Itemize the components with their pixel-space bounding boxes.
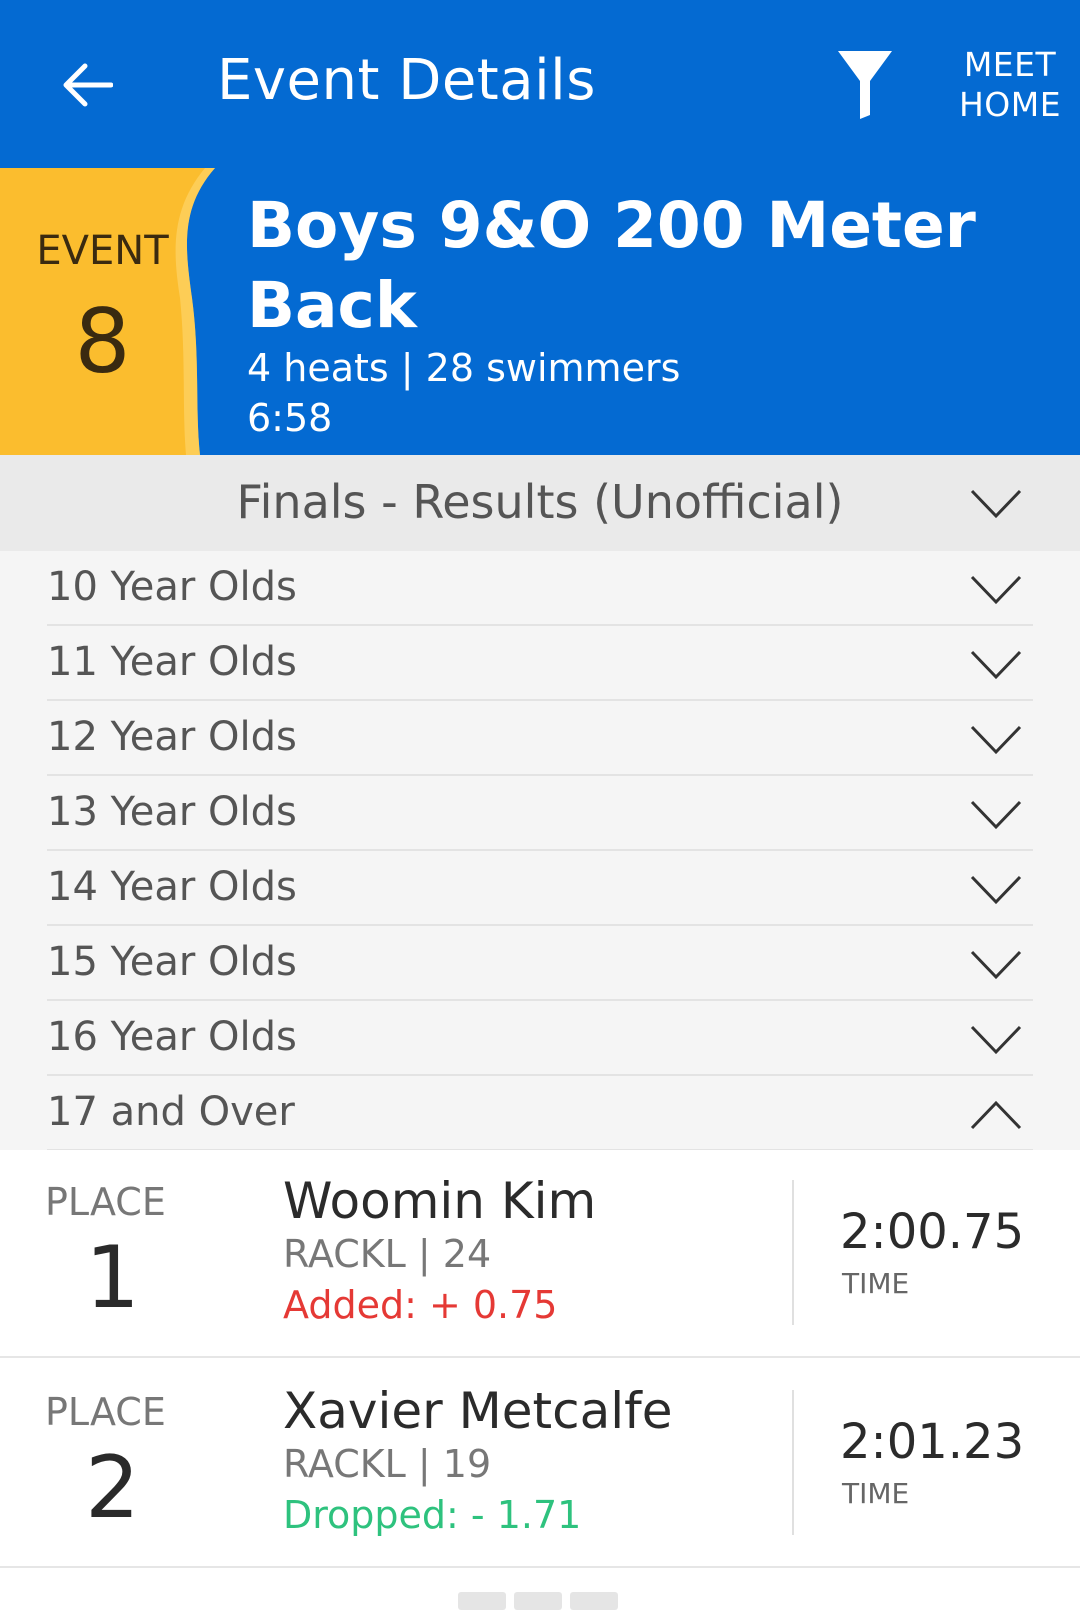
chevron-down-icon bbox=[970, 875, 1022, 905]
age-group-row[interactable]: 16 Year Olds bbox=[0, 1001, 1080, 1076]
swim-time: 2:00.75 bbox=[840, 1204, 1025, 1260]
chevron-down-icon bbox=[970, 725, 1022, 755]
age-group-row[interactable]: 11 Year Olds bbox=[0, 626, 1080, 701]
filter-button[interactable] bbox=[830, 40, 900, 125]
event-label: EVENT bbox=[36, 228, 169, 274]
event-time: 6:58 bbox=[247, 396, 333, 440]
age-group-label: 14 Year Olds bbox=[47, 864, 297, 910]
meet-home-line2: HOME bbox=[958, 85, 1062, 124]
page-title: Event Details bbox=[217, 48, 596, 113]
chevron-up-icon bbox=[970, 1100, 1022, 1130]
age-group-label: 15 Year Olds bbox=[47, 939, 297, 985]
event-header: EVENT 8 Boys 9&O 200 Meter Back 4 heats … bbox=[0, 168, 1080, 455]
swimmer-name: Xavier Metcalfe bbox=[283, 1382, 673, 1440]
chevron-down-icon bbox=[970, 1025, 1022, 1055]
swimmer-name: Woomin Kim bbox=[283, 1172, 597, 1230]
age-group-row[interactable]: 17 and Over bbox=[0, 1076, 1080, 1151]
filter-icon bbox=[838, 50, 892, 119]
back-button[interactable] bbox=[52, 50, 122, 120]
chevron-down-icon bbox=[970, 575, 1022, 605]
age-group-row[interactable]: 14 Year Olds bbox=[0, 851, 1080, 926]
age-group-row[interactable]: 12 Year Olds bbox=[0, 701, 1080, 776]
arrow-left-icon bbox=[63, 63, 113, 107]
place-label: PLACE bbox=[45, 1390, 166, 1434]
chevron-down-icon bbox=[970, 650, 1022, 680]
age-group-label: 10 Year Olds bbox=[47, 564, 297, 610]
place-number: 2 bbox=[85, 1438, 140, 1538]
result-row[interactable]: PLACE 2 Xavier Metcalfe RACKL | 19 Dropped: … bbox=[0, 1360, 1080, 1568]
event-title: Boys 9&O 200 Meter Back bbox=[247, 189, 976, 342]
event-summary: 4 heats | 28 swimmers bbox=[247, 346, 681, 390]
age-group-list: 10 Year Olds 11 Year Olds 12 Year Olds 13 Y… bbox=[0, 551, 1080, 1151]
place-label: PLACE bbox=[45, 1180, 166, 1224]
time-difference: Dropped: - 1.71 bbox=[283, 1493, 582, 1537]
results-section-header[interactable]: Finals - Results (Unofficial) bbox=[0, 455, 1080, 551]
age-group-label: 12 Year Olds bbox=[47, 714, 297, 760]
swimmer-team-age: RACKL | 19 bbox=[283, 1442, 492, 1486]
place-number: 1 bbox=[85, 1228, 140, 1328]
chevron-down-icon bbox=[970, 950, 1022, 980]
section-title: Finals - Results (Unofficial) bbox=[236, 475, 844, 529]
swimmer-team-age: RACKL | 24 bbox=[283, 1232, 492, 1276]
app-bar: Event Details MEET HOME bbox=[0, 0, 1080, 168]
age-group-row[interactable]: 15 Year Olds bbox=[0, 926, 1080, 1001]
meet-home-line1: MEET bbox=[963, 45, 1057, 84]
scroll-hint bbox=[458, 1592, 618, 1610]
age-group-row[interactable]: 10 Year Olds bbox=[0, 551, 1080, 626]
column-divider bbox=[792, 1390, 794, 1535]
age-group-row[interactable]: 13 Year Olds bbox=[0, 776, 1080, 851]
age-group-label: 16 Year Olds bbox=[47, 1014, 297, 1060]
result-row[interactable]: PLACE 1 Woomin Kim RACKL | 24 Added: + 0.75 2… bbox=[0, 1150, 1080, 1358]
age-group-label: 13 Year Olds bbox=[47, 789, 297, 835]
swim-time: 2:01.23 bbox=[840, 1414, 1025, 1470]
event-number: 8 bbox=[74, 290, 131, 393]
age-group-label: 17 and Over bbox=[47, 1089, 295, 1135]
time-label: TIME bbox=[842, 1477, 910, 1510]
time-difference: Added: + 0.75 bbox=[283, 1283, 558, 1327]
age-group-label: 11 Year Olds bbox=[47, 639, 297, 685]
column-divider bbox=[792, 1180, 794, 1325]
chevron-down-icon bbox=[970, 800, 1022, 830]
meet-home-button[interactable]: MEET HOME bbox=[950, 45, 1070, 125]
chevron-down-icon bbox=[970, 489, 1022, 519]
time-label: TIME bbox=[842, 1267, 910, 1300]
